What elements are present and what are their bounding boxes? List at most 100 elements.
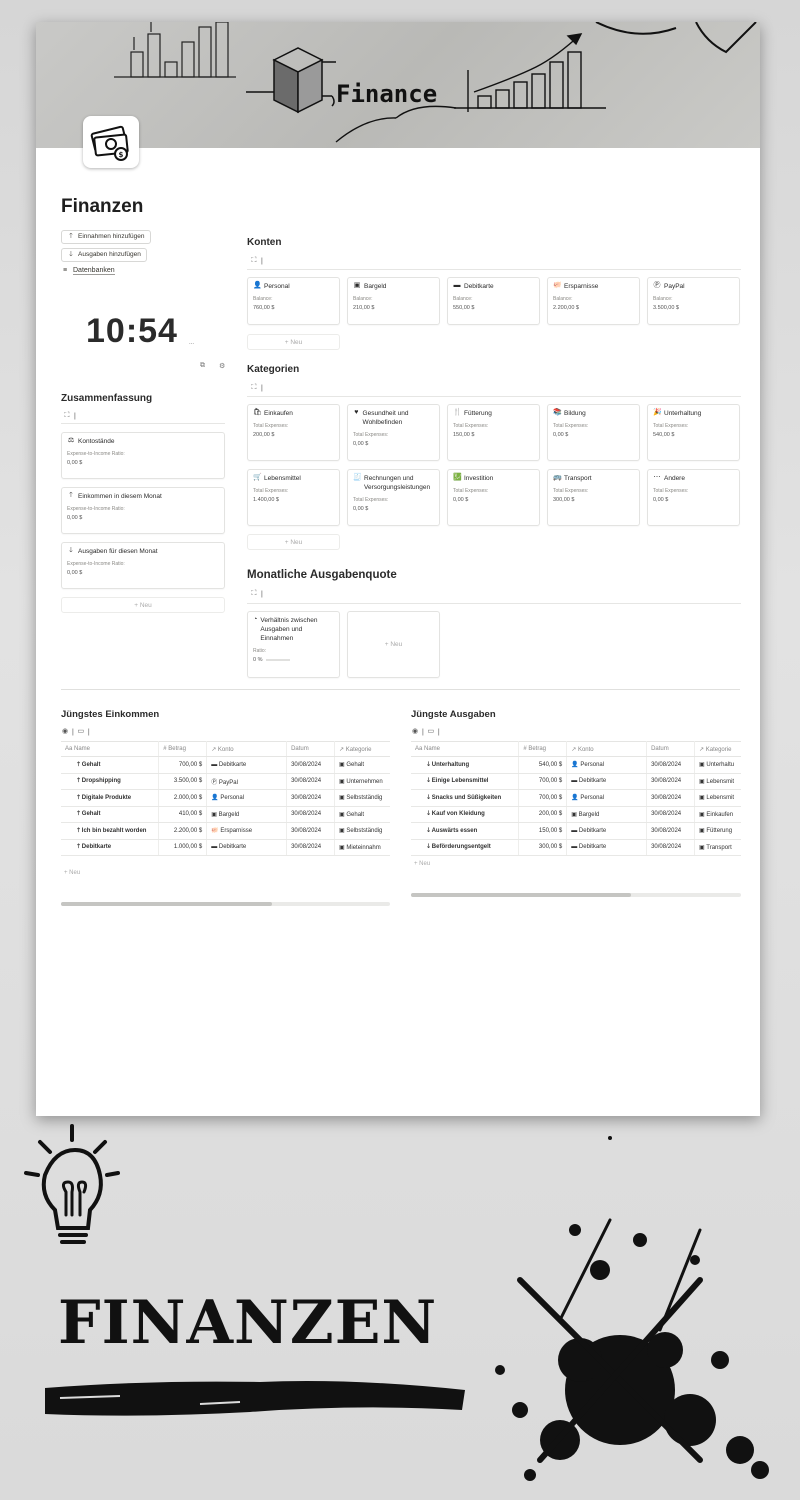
- table-row[interactable]: 🡑 Gehalt 410,00 $ ▣ Bargeld 30/08/2024 ▣ Geh…: [61, 806, 390, 823]
- cell-name[interactable]: 🡑 Digitale Produkte: [61, 789, 160, 807]
- income-scrollbar[interactable]: [61, 902, 390, 906]
- account-card[interactable]: Ⓟ PayPal Balance: 3.500,00 $: [647, 277, 740, 325]
- accounts-new-button[interactable]: + Neu: [247, 334, 340, 350]
- databases-link[interactable]: ≡ Datenbanken: [61, 267, 115, 275]
- cell-category[interactable]: ▣ Transport: [694, 839, 741, 856]
- column-header[interactable]: ↗ Kategorie: [694, 741, 741, 757]
- cell-category[interactable]: ▣ Lebensmit: [694, 773, 741, 790]
- add-expense-button[interactable]: 🡓 Ausgaben hinzufügen: [61, 248, 147, 262]
- table-row[interactable]: 🡓 Snacks und Süßigkeiten 700,00 $ 👤 Person…: [411, 789, 741, 807]
- table-row[interactable]: 🡓 Beförderungsentgelt 300,00 $ ▬ Debitkart…: [411, 839, 741, 856]
- category-card[interactable]: 🎉 Unterhaltung Total Expenses: 540,00 $: [647, 404, 740, 461]
- cell-category[interactable]: ▣ Selbstständig: [334, 822, 390, 840]
- add-income-button[interactable]: 🡑 Einnahmen hinzufügen: [61, 230, 151, 244]
- ratio-view-tab[interactable]: ⛶ |: [250, 588, 263, 600]
- cell-category[interactable]: ▣ Lebensmit: [694, 789, 741, 807]
- income-scroll-thumb[interactable]: [61, 902, 272, 906]
- cell-date[interactable]: 30/08/2024: [646, 806, 696, 823]
- cell-category[interactable]: ▣ Fütterung: [694, 822, 741, 840]
- table-row[interactable]: 🡑 Debitkarte 1.000,00 $ ▬ Debitkarte 30/08/…: [61, 839, 390, 856]
- summary-card[interactable]: 🡓 Ausgaben für diesen Monat Expense-to-In…: [61, 542, 225, 589]
- column-header[interactable]: # Betrag: [158, 741, 208, 757]
- summary-view-tab[interactable]: ⛶ |: [63, 410, 76, 422]
- column-header[interactable]: Datum: [646, 741, 696, 757]
- cell-amount[interactable]: 700,00 $: [158, 756, 208, 774]
- categories-view-tab[interactable]: ⛶ |: [250, 382, 263, 394]
- cell-date[interactable]: 30/08/2024: [286, 822, 336, 840]
- expenses-new-button[interactable]: + Neu: [414, 861, 430, 867]
- cell-amount[interactable]: 3.500,00 $: [158, 773, 208, 790]
- fullscreen-icon[interactable]: ⧉: [200, 362, 205, 370]
- cell-name[interactable]: 🡓 Snacks und Süßigkeiten: [411, 789, 520, 807]
- cell-date[interactable]: 30/08/2024: [646, 789, 696, 807]
- table-row[interactable]: 🡑 Gehalt 700,00 $ ▬ Debitkarte 30/08/2024 ▣ …: [61, 756, 390, 774]
- table-row[interactable]: 🡓 Einige Lebensmittel 700,00 $ ▬ Debitkart…: [411, 773, 741, 790]
- cell-account[interactable]: ▬ Debitkarte: [566, 822, 648, 840]
- cell-amount[interactable]: 700,00 $: [518, 773, 568, 790]
- cell-date[interactable]: 30/08/2024: [646, 773, 696, 790]
- cell-account[interactable]: Ⓟ PayPal: [206, 773, 288, 790]
- cell-amount[interactable]: 1.000,00 $: [158, 839, 208, 856]
- cell-name[interactable]: 🡓 Unterhaltung: [411, 756, 520, 774]
- income-view-tabs[interactable]: ◉ | ▭ |: [61, 726, 90, 738]
- cell-date[interactable]: 30/08/2024: [286, 806, 336, 823]
- ratio-card[interactable]: ◔ Verhältnis zwischen Ausgaben und Einnah…: [247, 611, 340, 678]
- cell-category[interactable]: ▣ Selbstständig: [334, 789, 390, 807]
- cell-amount[interactable]: 2.200,00 $: [158, 822, 208, 840]
- summary-card[interactable]: 🡑 Einkommen in diesem Monat Expense-to-In…: [61, 487, 225, 534]
- column-header[interactable]: ↗ Konto: [566, 741, 648, 757]
- table-row[interactable]: 🡑 Dropshipping 3.500,00 $ Ⓟ PayPal 30/08/20…: [61, 773, 390, 790]
- cell-name[interactable]: 🡑 Gehalt: [61, 806, 160, 823]
- category-card[interactable]: 🍴 Fütterung Total Expenses: 150,00 $: [447, 404, 540, 461]
- cell-date[interactable]: 30/08/2024: [286, 756, 336, 774]
- category-card[interactable]: 🚌 Transport Total Expenses: 300,00 $: [547, 469, 640, 526]
- account-card[interactable]: 👤 Personal Balance: 760,00 $: [247, 277, 340, 325]
- cell-name[interactable]: 🡓 Auswärts essen: [411, 822, 520, 840]
- cell-account[interactable]: 👤 Personal: [566, 756, 648, 774]
- category-card[interactable]: 🛒 Lebensmittel Total Expenses: 1.400,00 $: [247, 469, 340, 526]
- cell-amount[interactable]: 200,00 $: [518, 806, 568, 823]
- expenses-view-tabs[interactable]: ◉ | ▭ |: [411, 726, 440, 738]
- cell-category[interactable]: ▣ Gehalt: [334, 806, 390, 823]
- category-card[interactable]: 💹 Investition Total Expenses: 0,00 $: [447, 469, 540, 526]
- column-header[interactable]: Aa Name: [411, 741, 520, 757]
- column-header[interactable]: ↗ Kategorie: [334, 741, 390, 757]
- cell-name[interactable]: 🡑 Dropshipping: [61, 773, 160, 790]
- cell-amount[interactable]: 410,00 $: [158, 806, 208, 823]
- accounts-view-tab[interactable]: ⛶ |: [250, 255, 263, 267]
- cell-date[interactable]: 30/08/2024: [286, 773, 336, 790]
- summary-new-button[interactable]: + Neu: [61, 597, 225, 613]
- column-header[interactable]: ↗ Konto: [206, 741, 288, 757]
- cell-date[interactable]: 30/08/2024: [286, 789, 336, 807]
- cell-amount[interactable]: 150,00 $: [518, 822, 568, 840]
- cell-name[interactable]: 🡑 Gehalt: [61, 756, 160, 774]
- cell-account[interactable]: 🐖 Ersparnisse: [206, 822, 288, 840]
- cell-name[interactable]: 🡓 Beförderungsentgelt: [411, 839, 520, 856]
- cell-account[interactable]: 👤 Personal: [566, 789, 648, 807]
- cell-name[interactable]: 🡑 Ich bin bezahlt worden: [61, 822, 160, 840]
- table-row[interactable]: 🡓 Kauf von Kleidung 200,00 $ ▣ Bargeld 30/0…: [411, 806, 741, 823]
- category-card[interactable]: 🛍 Einkaufen Total Expenses: 200,00 $: [247, 404, 340, 461]
- cell-date[interactable]: 30/08/2024: [646, 822, 696, 840]
- cell-date[interactable]: 30/08/2024: [646, 839, 696, 856]
- cell-account[interactable]: ▬ Debitkarte: [566, 773, 648, 790]
- cell-date[interactable]: 30/08/2024: [286, 839, 336, 856]
- cell-amount[interactable]: 540,00 $: [518, 756, 568, 774]
- expenses-scroll-thumb[interactable]: [411, 893, 631, 897]
- cell-category[interactable]: ▣ Unternehmen: [334, 773, 390, 790]
- column-header[interactable]: # Betrag: [518, 741, 568, 757]
- table-row[interactable]: 🡑 Ich bin bezahlt worden 2.200,00 $ 🐖 Ersp…: [61, 822, 390, 840]
- column-header[interactable]: Datum: [286, 741, 336, 757]
- account-card[interactable]: ▣ Bargeld Balance: 210,00 $: [347, 277, 440, 325]
- category-card[interactable]: 🧾 Rechnungen und Versorgungsleistungen Tot…: [347, 469, 440, 526]
- cell-account[interactable]: ▣ Bargeld: [566, 806, 648, 823]
- cell-account[interactable]: 👤 Personal: [206, 789, 288, 807]
- settings-icon[interactable]: ⚙: [219, 362, 225, 370]
- cell-category[interactable]: ▣ Einkaufen: [694, 806, 741, 823]
- expenses-scrollbar[interactable]: [411, 893, 741, 897]
- account-card[interactable]: 🐖 Ersparnisse Balance: 2.200,00 $: [547, 277, 640, 325]
- income-new-button[interactable]: + Neu: [64, 870, 80, 876]
- cell-category[interactable]: ▣ Gehalt: [334, 756, 390, 774]
- column-header[interactable]: Aa Name: [61, 741, 160, 757]
- ratio-new-card[interactable]: + Neu: [347, 611, 440, 678]
